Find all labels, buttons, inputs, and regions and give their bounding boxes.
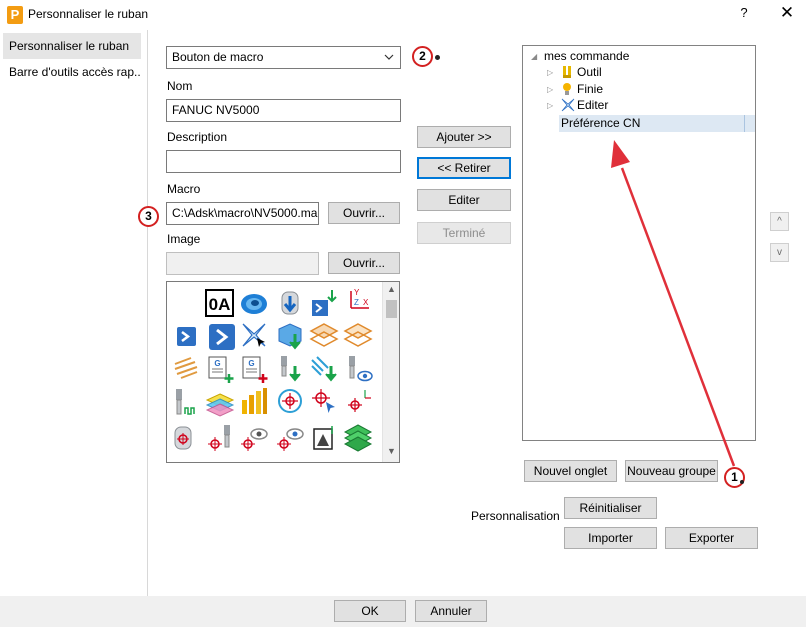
annotation-arrow bbox=[611, 140, 744, 484]
ok-button[interactable]: OK bbox=[334, 600, 406, 622]
cancel-button[interactable]: Annuler bbox=[415, 600, 487, 622]
annotation-dot bbox=[435, 55, 440, 60]
dialog-footer: OK Annuler bbox=[0, 596, 806, 627]
